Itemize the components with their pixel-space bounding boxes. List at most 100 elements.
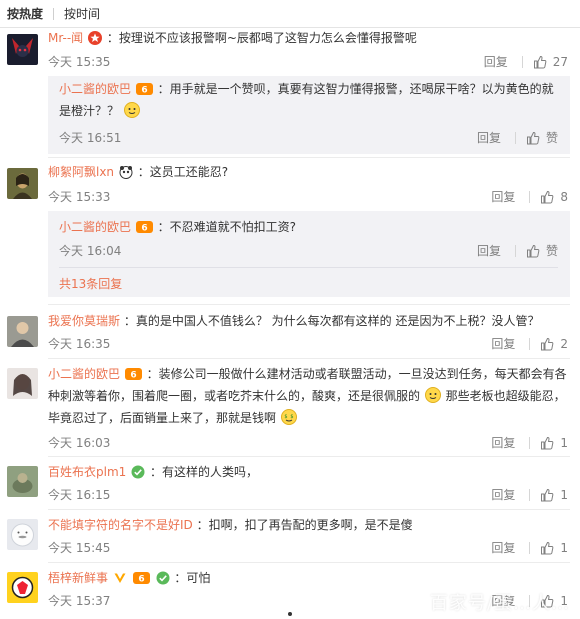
avatar[interactable]: [7, 168, 38, 199]
reply-username[interactable]: 小二酱的欧巴: [59, 220, 131, 234]
thumbs-up-icon: [541, 436, 554, 450]
divider: [48, 304, 570, 305]
reply-button[interactable]: 回复: [491, 540, 515, 556]
action-separator: [521, 56, 523, 68]
reply-box: 小二酱的欧巴 6 ：用手就是一个赞呗，真要有这智力懂得报警，还喝尿干啥？以为黄色…: [48, 76, 570, 154]
vip-badge-icon: 6: [135, 219, 153, 241]
like-count: 2: [560, 337, 568, 351]
reply-time: 今天 16:04: [59, 244, 122, 258]
like-button[interactable]: 赞: [526, 243, 558, 259]
avatar[interactable]: [7, 519, 38, 550]
comment-username[interactable]: 我爱你莫瑞斯: [48, 314, 120, 328]
comment-actions: 回复 1: [491, 435, 568, 451]
reply-button[interactable]: 回复: [491, 487, 515, 503]
sort-tabs: 按热度 按时间: [0, 0, 580, 28]
comment-time: 今天 15:33: [48, 190, 111, 204]
reply-button[interactable]: 回复: [477, 130, 501, 146]
comment-username[interactable]: 不能填字符的名字不是好ID: [48, 518, 193, 532]
comment-actions: 回复 27: [484, 54, 568, 70]
like-count: 27: [552, 55, 568, 69]
watermark: 百家号/蛋…人…: [429, 593, 570, 614]
avatar[interactable]: [7, 34, 38, 65]
like-count: 8: [560, 190, 568, 204]
comment-item: 小二酱的欧巴 6 ：装修公司一般做什么建材活动或者联盟活动，一旦没达到任务，每天…: [0, 364, 580, 454]
tab-by-hot[interactable]: 按热度: [7, 5, 43, 22]
like-button[interactable]: 2: [540, 336, 568, 352]
comment-text: ：可怕: [174, 571, 211, 585]
reply-button[interactable]: 回复: [491, 435, 515, 451]
reply-text: ：不忍难道就不怕扣工资?: [157, 220, 297, 234]
thumbs-up-icon: [541, 337, 554, 351]
like-label: 赞: [545, 244, 558, 258]
reply-button[interactable]: 回复: [491, 336, 515, 352]
comment-time: 今天 16:15: [48, 488, 111, 502]
comment-username[interactable]: 柳絮阿飘lxn: [48, 165, 114, 179]
comment-username[interactable]: Mr--闻: [48, 31, 83, 45]
action-separator: [529, 489, 531, 501]
like-button[interactable]: 27: [533, 54, 568, 70]
action-separator: [529, 542, 531, 554]
comment-time: 今天 16:35: [48, 337, 111, 351]
like-button[interactable]: 1: [540, 540, 568, 556]
reply-button[interactable]: 回复: [491, 189, 515, 205]
divider: [48, 509, 570, 510]
comment-actions: 回复 1: [491, 487, 568, 503]
comment-body: 我爱你莫瑞斯 ：真的是中国人不值钱么？ 为什么每次都有这样的 还是因为不上税？没…: [48, 311, 570, 331]
reply-button[interactable]: 回复: [477, 243, 501, 259]
comment-text: ：真的是中国人不值钱么？ 为什么每次都有这样的 还是因为不上税？没人管？: [123, 314, 540, 328]
vip-badge-icon: 6: [132, 571, 150, 591]
action-separator: [514, 245, 516, 257]
comment-item: 百姓布衣plm1 ：有这样的人类吗， 今天 16:15 回复 1: [0, 462, 580, 507]
emoji-face-icon: [424, 387, 441, 409]
like-count: 1: [560, 436, 568, 450]
reply-body: 小二酱的欧巴 6 ：不忍难道就不怕扣工资?: [59, 216, 558, 241]
action-separator: [529, 437, 531, 449]
comment-body: 百姓布衣plm1 ：有这样的人类吗，: [48, 462, 570, 485]
verified-badge-icon: [156, 571, 170, 591]
reply-actions: 回复 赞: [477, 130, 558, 146]
comment-text: ：有这样的人类吗，: [149, 465, 258, 479]
divider: [48, 562, 570, 563]
like-button[interactable]: 1: [540, 487, 568, 503]
like-button[interactable]: 赞: [526, 130, 558, 146]
thumbs-up-icon: [533, 55, 547, 69]
comment-time: 今天 16:03: [48, 436, 111, 450]
comment-body: 柳絮阿飘lxn ：这员工还能忍?: [48, 162, 570, 185]
reply-text: ：用手就是一个赞呗，真要有这智力懂得报警，还喝尿干啥？以为黄色的就: [157, 82, 554, 96]
comment-body: 小二酱的欧巴 6 ：装修公司一般做什么建材活动或者联盟活动，一旦没达到任务，每天…: [48, 364, 570, 387]
like-button[interactable]: 8: [540, 189, 568, 205]
avatar[interactable]: [7, 572, 38, 603]
comment-text: ：这员工还能忍?: [137, 165, 229, 179]
thumbs-up-icon: [526, 131, 540, 145]
comment-body-cont: 种刺激等着你，围着爬一圈，或者吃芥末什么的，酸爽，还是很佩服的 那些老板也超级能…: [48, 386, 570, 409]
like-button[interactable]: 1: [540, 435, 568, 451]
comment-username[interactable]: 梧梓新鲜事: [48, 571, 108, 585]
avatar[interactable]: [7, 316, 38, 347]
comment-username[interactable]: 百姓布衣plm1: [48, 465, 126, 479]
avatar[interactable]: [7, 466, 38, 497]
reply-username[interactable]: 小二酱的欧巴: [59, 82, 131, 96]
comment-time: 今天 15:35: [48, 55, 111, 69]
page-indicator-dot: [288, 612, 292, 616]
panda-badge-icon: [119, 165, 133, 185]
verified-badge-icon: [131, 465, 145, 485]
comment-actions: 回复 1: [491, 540, 568, 556]
comment-item: 柳絮阿飘lxn ：这员工还能忍? 今天 15:33 回复 8 小二酱的欧巴 6 …: [0, 162, 580, 302]
avatar[interactable]: [7, 368, 38, 399]
comment-time: 今天 15:37: [48, 594, 111, 608]
comment-username[interactable]: 小二酱的欧巴: [48, 367, 120, 381]
divider: [48, 157, 570, 158]
vip-badge-icon: 6: [124, 367, 142, 387]
like-count: 1: [560, 488, 568, 502]
comment-body: 不能填字符的名字不是好ID ：扣啊，扣了再告配的更多啊，是不是傻: [48, 515, 570, 535]
reply-button[interactable]: 回复: [484, 54, 508, 70]
money-eyes-emoji-icon: $ $: [280, 409, 297, 431]
comment-item: 不能填字符的名字不是好ID ：扣啊，扣了再告配的更多啊，是不是傻 今天 15:4…: [0, 515, 580, 560]
v-badge-icon: [113, 571, 127, 591]
comment-text: ：按理说不应该报警啊~辰都喝了这智力怎么会懂得报警呢: [106, 31, 417, 45]
more-replies-link[interactable]: 共13条回复: [59, 275, 122, 292]
star-badge-icon: [88, 31, 103, 51]
svg-text:$: $: [284, 414, 287, 420]
tab-by-time[interactable]: 按时间: [64, 5, 100, 22]
comment-body-cont: 毕竟忍过了，后面销量上来了，那就是钱啊 $ $: [48, 408, 570, 431]
